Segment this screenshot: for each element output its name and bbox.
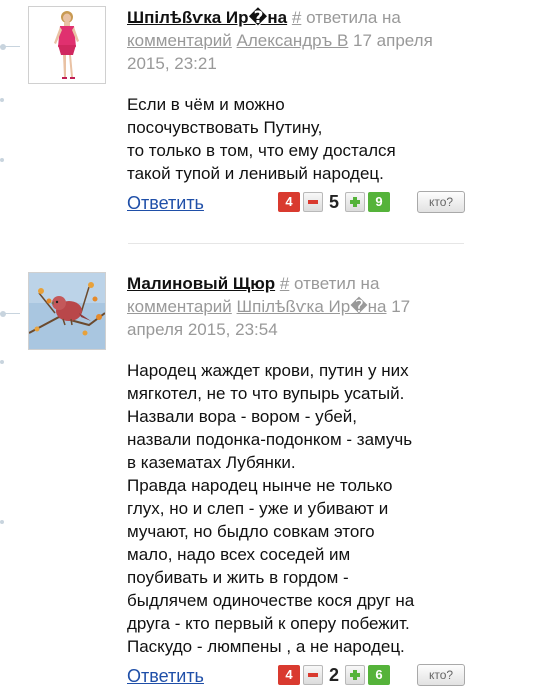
reply-link[interactable]: Ответить	[127, 193, 204, 214]
permalink-hash[interactable]: #	[292, 8, 301, 27]
minus-icon	[308, 200, 318, 204]
minus-icon	[308, 673, 318, 677]
avatar[interactable]	[28, 272, 106, 350]
who-voted-button[interactable]: кто?	[417, 191, 465, 213]
meta-verb: ответила на	[301, 8, 401, 27]
replied-to-author-link[interactable]: Шпiлѣßѵка Ир�на	[237, 297, 387, 316]
comment-text: Если в чём и можно посочувствовать Путин…	[127, 93, 467, 185]
comment-line: такой тупой и ленивый народец.	[127, 164, 384, 183]
positive-count-badge: 6	[368, 665, 391, 685]
comment-line: мягкотел, не то что вупырь усатый.	[127, 384, 405, 403]
author-link[interactable]: Малиновый Щюр	[127, 274, 275, 293]
comment-line: мучают, но быдло совкам этого	[127, 522, 375, 541]
vote-up-button[interactable]	[345, 192, 366, 212]
comment-meta: Малиновый Щюр # ответил на комментарий Ш…	[127, 272, 467, 341]
thread-tick	[0, 46, 20, 47]
vote-down-button[interactable]	[303, 192, 323, 212]
comment-meta: Шпiлѣßѵка Ир�на # ответила на комментари…	[127, 6, 467, 75]
comment-body: Шпiлѣßѵка Ир�на # ответила на комментари…	[127, 6, 467, 217]
thread-dot	[0, 98, 4, 102]
plus-icon	[350, 670, 361, 680]
who-voted-button[interactable]: кто?	[417, 664, 465, 686]
comment-line: быдлячем одиночестве кося друг на	[127, 591, 415, 610]
vote-controls: 4 5 9	[278, 191, 391, 213]
score-value: 2	[329, 664, 340, 685]
negative-count-badge: 4	[278, 192, 300, 212]
score-value: 5	[329, 191, 340, 212]
comment-line: в казематах Лубянки.	[127, 453, 296, 472]
author-link[interactable]: Шпiлѣßѵка Ир�на	[127, 8, 287, 27]
vote-down-button[interactable]	[303, 665, 323, 685]
thread-dot	[0, 158, 4, 162]
thread-tick	[0, 313, 20, 314]
thread-dot	[0, 311, 6, 317]
comment-line: Правда народец нынче не только	[127, 476, 393, 495]
vote-controls: 4 2 6	[278, 664, 391, 686]
reply-link[interactable]: Ответить	[127, 666, 204, 687]
comment-actions: Ответить 4 2 6 кто?	[127, 664, 467, 690]
plus-icon	[350, 197, 361, 207]
comment-text: Народец жаждет крови, путин у них мягкот…	[127, 359, 467, 658]
comment-line: назвали подонка-подонком - замучь	[127, 430, 413, 449]
comment-line: то только в том, что ему достался	[127, 141, 396, 160]
comment-line: Паскудо - люмпены , а не народец.	[127, 637, 405, 656]
thread-dot	[0, 360, 4, 364]
avatar[interactable]	[28, 6, 106, 84]
replied-to-author-link[interactable]: Александръ В	[237, 31, 349, 50]
avatar-image	[29, 273, 105, 349]
comment-line: друга - кто первый к оперу побежит.	[127, 614, 410, 633]
comment-line: мало, надо всех соседей им	[127, 545, 351, 564]
comment-line: глух, но и слеп - уже и убивают и	[127, 499, 389, 518]
comment-body: Малиновый Щюр # ответил на комментарий Ш…	[127, 272, 467, 690]
parent-comment-link[interactable]: комментарий	[127, 297, 232, 316]
parent-comment-link[interactable]: комментарий	[127, 31, 232, 50]
avatar-image	[29, 7, 105, 83]
thread-dot	[0, 520, 4, 524]
vote-up-button[interactable]	[345, 665, 366, 685]
negative-count-badge: 4	[278, 665, 300, 685]
comment-line: поубивать и жить в гордом -	[127, 568, 349, 587]
thread-dot	[0, 44, 6, 50]
comment-separator	[128, 243, 464, 244]
comment-line: Если в чём и можно	[127, 95, 285, 114]
meta-verb: ответил на	[289, 274, 380, 293]
comment-line: Назвали вора - вором - убей,	[127, 407, 357, 426]
comment-line: Народец жаждет крови, путин у них	[127, 361, 409, 380]
comment-actions: Ответить 4 5 9 кто?	[127, 191, 467, 217]
permalink-hash[interactable]: #	[280, 274, 289, 293]
positive-count-badge: 9	[368, 192, 391, 212]
thread-indicator	[0, 0, 20, 696]
comment-line: посочувствовать Путину,	[127, 118, 323, 137]
